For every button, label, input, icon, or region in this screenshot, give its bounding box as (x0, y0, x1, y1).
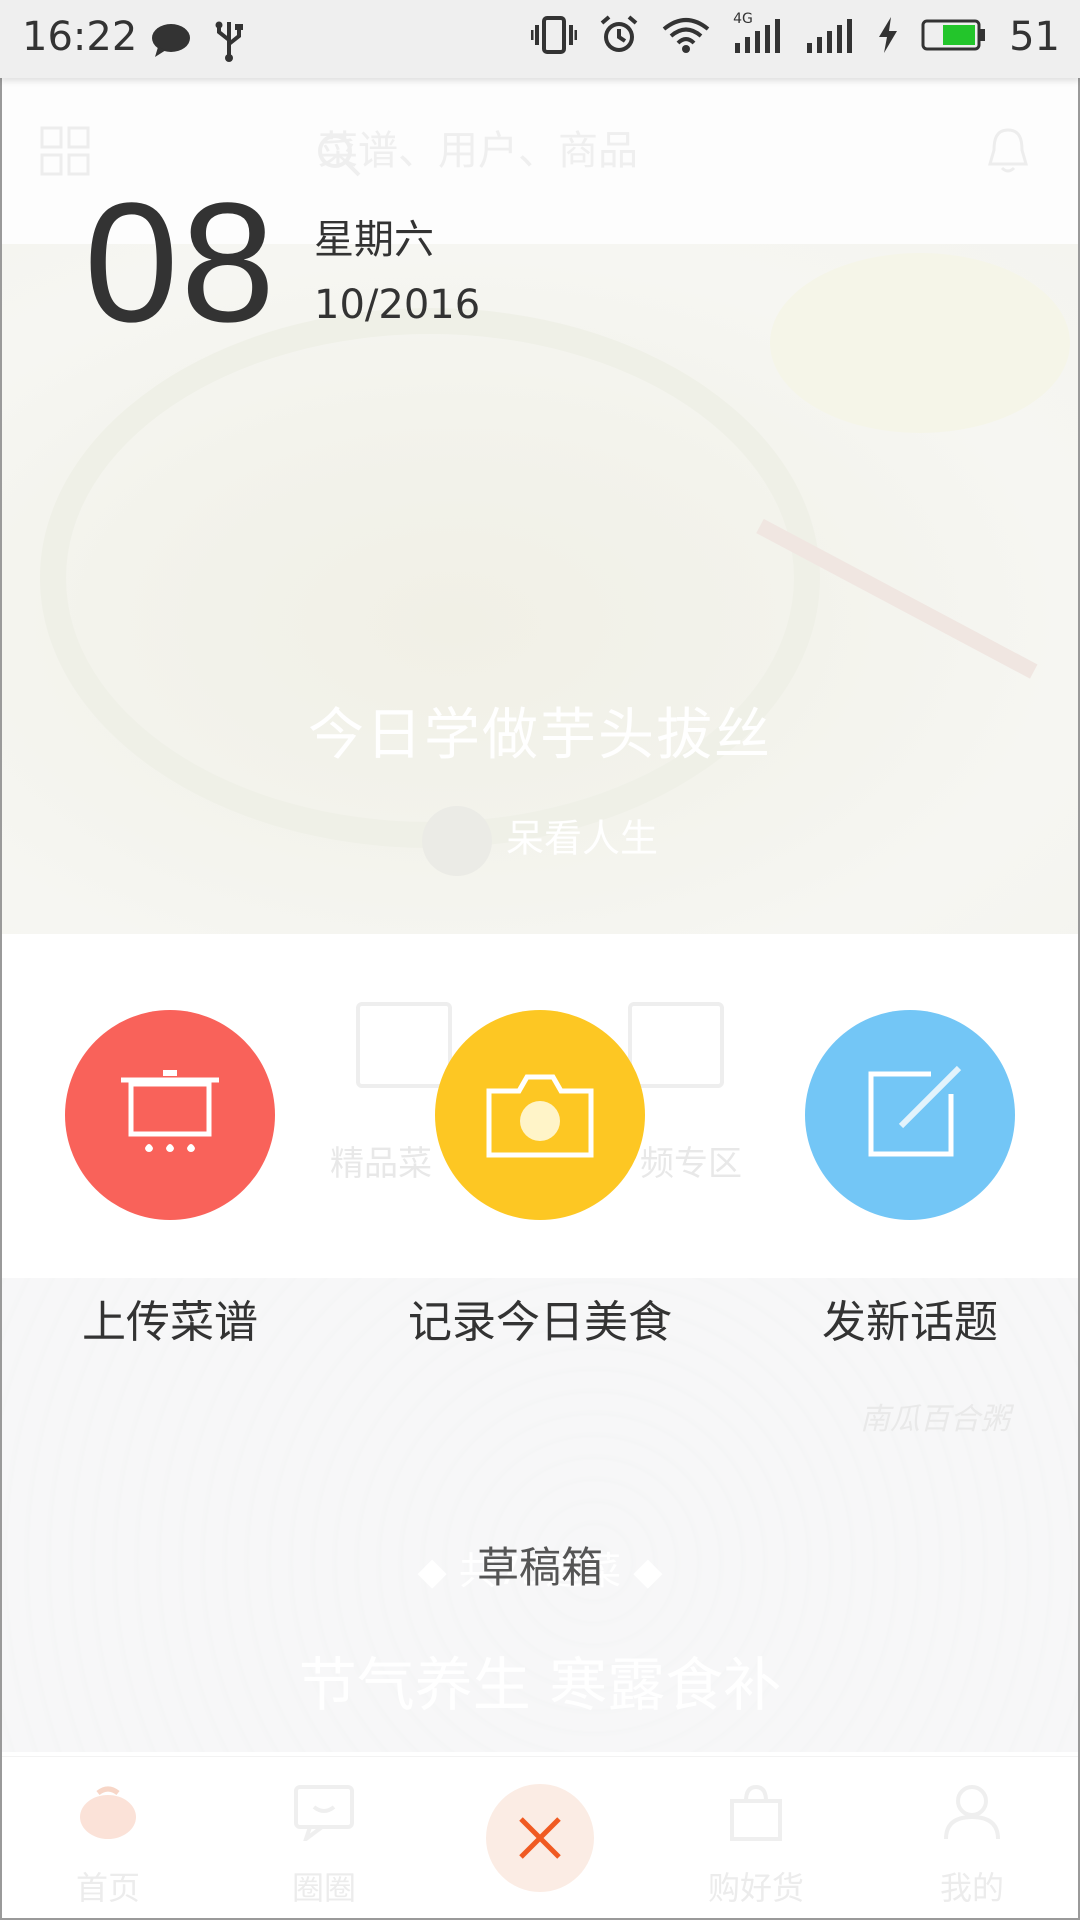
grid-menu-icon (40, 126, 90, 180)
featured-recipe-title: 今日学做芋头拔丝 (308, 703, 772, 768)
chat-bubble-icon (150, 21, 192, 63)
compose-icon (868, 1065, 962, 1157)
usb-icon (214, 18, 244, 66)
camera-icon (486, 1074, 594, 1158)
home-icon (80, 1786, 136, 1839)
date-day: 08 (84, 168, 278, 358)
author-avatar (421, 806, 492, 876)
date-month-year: 10/2016 (314, 282, 481, 328)
network-type-label: 4G (733, 11, 753, 27)
wifi-icon (661, 15, 711, 59)
new-topic-label: 发新话题 (822, 1297, 998, 1348)
nav-profile[interactable]: 我的 (892, 1783, 1052, 1909)
featured-recipe-author: 呆看人生 (0, 806, 1080, 876)
battery-icon (921, 17, 987, 57)
profile-icon (944, 1785, 1000, 1840)
signal-icon (805, 15, 855, 59)
nav-shop[interactable]: 购好货 (676, 1783, 836, 1909)
date-weekday: 星期六 (314, 217, 434, 263)
record-food-circle[interactable] (435, 1010, 645, 1220)
nav-home[interactable]: 首页 (28, 1783, 188, 1909)
photo-bowl-shape (770, 253, 1070, 433)
status-right-icons: 4G 51 (530, 11, 1060, 60)
nav-circle[interactable]: 圈圈 (244, 1783, 404, 1909)
upload-recipe-circle[interactable] (65, 1010, 275, 1220)
nav-profile-label: 我的 (939, 1869, 1004, 1907)
author-name: 呆看人生 (505, 816, 658, 861)
new-topic-circle[interactable] (805, 1010, 1015, 1220)
record-food-button[interactable]: 记录今日美食 (390, 1010, 690, 1350)
drafts-link[interactable]: 草稿箱 (0, 1534, 1080, 1595)
banner-title: 节气养生 寒露食补 (298, 1651, 782, 1719)
search-placeholder: 菜谱、用户、商品 (318, 128, 638, 174)
close-button[interactable] (486, 1784, 594, 1892)
signal-4g-icon: 4G (733, 11, 783, 59)
charging-icon (877, 15, 899, 59)
battery-percent: 51 (1009, 14, 1060, 60)
status-bar: 16:22 4G 51 (0, 0, 1080, 78)
pot-icon (121, 1070, 219, 1152)
vibrate-icon (530, 15, 578, 59)
new-topic-button[interactable]: 发新话题 (760, 1010, 1060, 1350)
photo-signature: 南瓜百合粥 (860, 1402, 1010, 1437)
upload-recipe-label: 上传菜谱 (82, 1297, 258, 1348)
status-time: 16:22 (22, 14, 138, 60)
upload-recipe-button[interactable]: 上传菜谱 (20, 1010, 320, 1350)
nav-circle-label: 圈圈 (291, 1869, 356, 1907)
nav-home-label: 首页 (75, 1869, 140, 1907)
nav-shop-label: 购好货 (707, 1869, 804, 1907)
status-left-icons (150, 18, 244, 66)
chat-icon (294, 1785, 354, 1845)
shopping-bag-icon (730, 1784, 782, 1841)
bell-icon (986, 126, 1030, 180)
alarm-icon (599, 15, 639, 59)
record-food-label: 记录今日美食 (408, 1297, 672, 1348)
close-icon (519, 1817, 561, 1859)
